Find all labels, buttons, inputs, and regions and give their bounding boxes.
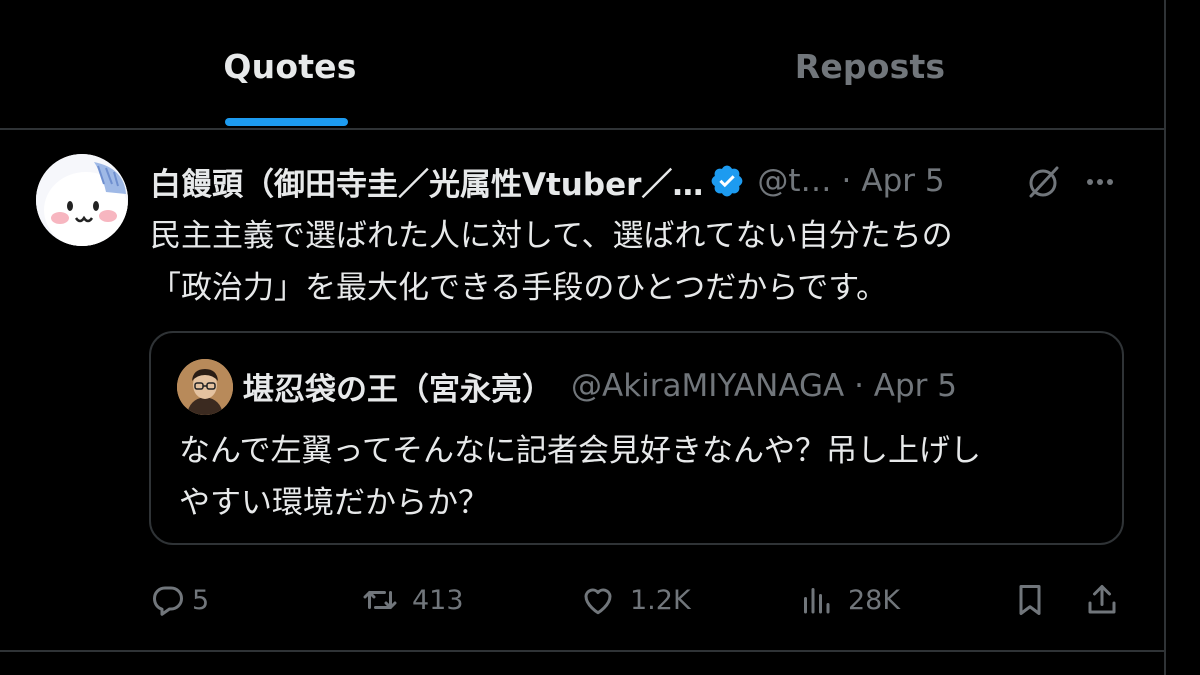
reply-icon xyxy=(153,586,183,616)
grok-icon[interactable] xyxy=(1023,162,1063,202)
like-count: 1.2K xyxy=(630,584,691,616)
like-button[interactable]: 1.2K xyxy=(580,578,691,622)
share-icon xyxy=(1088,585,1116,614)
quoted-text: なんで左翼ってそんなに記者会見好きなんや？吊し上げし やすい環境だからか？ xyxy=(179,425,1109,529)
repost-button[interactable]: 413 xyxy=(362,578,464,622)
repost-icon xyxy=(363,591,397,609)
post-header: 白饅頭（御田寺圭／光属性Vtuber／… @t… · Apr 5 xyxy=(150,158,1140,204)
tab-reposts[interactable]: Reposts xyxy=(580,0,1160,130)
quoted-post-card[interactable]: 堪忍袋の王（宮永亮） @AkiraMIYANAGA · Apr 5 なんで左翼っ… xyxy=(149,331,1124,545)
divider xyxy=(0,650,1164,652)
display-name[interactable]: 白饅頭（御田寺圭／光属性Vtuber／… xyxy=(150,159,703,204)
share-button[interactable] xyxy=(1084,578,1120,622)
reply-count: 5 xyxy=(192,584,210,616)
quoted-text-line: なんで左翼ってそんなに記者会見好きなんや？吊し上げし xyxy=(179,433,981,469)
bookmark-icon xyxy=(1019,585,1041,615)
tab-quotes[interactable]: Quotes xyxy=(0,0,580,130)
post-date[interactable]: Apr 5 xyxy=(861,163,944,199)
quoted-display-name[interactable]: 堪忍袋の王（宮永亮） xyxy=(243,364,553,409)
action-bar: 5 413 1.2K 28K xyxy=(150,578,1140,628)
repost-count: 413 xyxy=(412,584,464,616)
views-button[interactable]: 28K xyxy=(798,578,900,622)
views-count: 28K xyxy=(848,584,901,616)
separator: · xyxy=(841,163,852,199)
quoted-text-line: やすい環境だからか？ xyxy=(179,485,489,521)
heart-icon xyxy=(584,588,612,615)
bookmark-button[interactable] xyxy=(1012,578,1048,622)
handle[interactable]: @t… xyxy=(757,163,831,199)
reply-button[interactable]: 5 xyxy=(150,578,209,622)
quoted-header: 堪忍袋の王（宮永亮） @AkiraMIYANAGA · Apr 5 xyxy=(243,363,1103,409)
more-icon[interactable] xyxy=(1080,162,1120,202)
column-border xyxy=(1164,0,1166,675)
analytics-icon xyxy=(804,588,830,614)
verified-badge-icon[interactable] xyxy=(709,163,745,199)
tab-quotes-label: Quotes xyxy=(223,47,357,86)
active-tab-indicator xyxy=(225,118,348,126)
post-text-line: 民主主義で選ばれた人に対して、選ばれてない自分たちの xyxy=(150,218,953,254)
quote-post[interactable]: 白饅頭（御田寺圭／光属性Vtuber／… @t… · Apr 5 民主主義で選ば… xyxy=(0,130,1164,650)
avatar[interactable] xyxy=(36,154,128,246)
tab-reposts-label: Reposts xyxy=(794,47,946,86)
quoted-avatar[interactable] xyxy=(177,359,233,415)
quoted-handle-date[interactable]: @AkiraMIYANAGA · Apr 5 xyxy=(571,368,957,404)
post-text-line: 「政治力」を最大化できる手段のひとつだからです。 xyxy=(150,270,888,306)
post-text: 民主主義で選ばれた人に対して、選ばれてない自分たちの 「政治力」を最大化できる手… xyxy=(150,210,1140,314)
tab-bar: Quotes Reposts xyxy=(0,0,1164,130)
